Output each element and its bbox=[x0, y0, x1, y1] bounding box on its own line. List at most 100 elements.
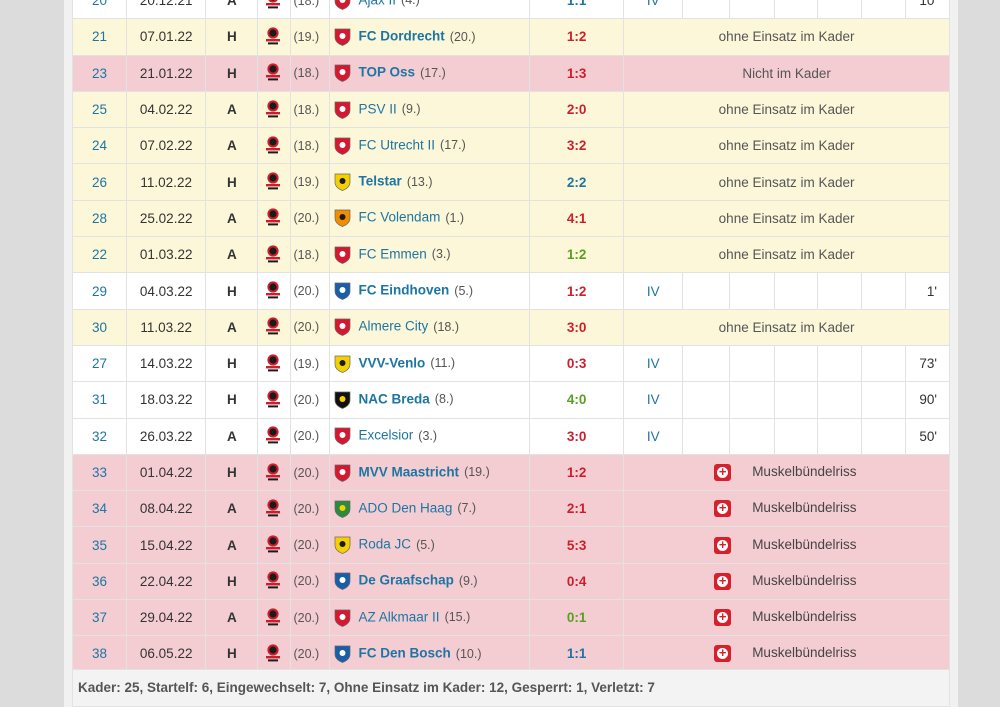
match-result-link[interactable]: 1:3 bbox=[567, 66, 587, 81]
opponent-crest-icon[interactable] bbox=[334, 28, 359, 46]
matchday-link[interactable]: 25 bbox=[92, 102, 107, 117]
injury-icon[interactable] bbox=[714, 499, 732, 518]
opponent-crest-icon[interactable] bbox=[334, 609, 359, 627]
opponent-crest-icon[interactable] bbox=[334, 246, 359, 264]
match-result-link[interactable]: 1:2 bbox=[567, 284, 587, 299]
match-result-link[interactable]: 3:0 bbox=[567, 320, 587, 335]
own-club-crest-icon[interactable] bbox=[257, 417, 292, 455]
own-club-crest-icon[interactable] bbox=[257, 54, 292, 92]
opponent-link[interactable]: FC Den Bosch bbox=[359, 646, 451, 661]
injury-icon[interactable] bbox=[714, 463, 732, 481]
own-club-crest-icon[interactable] bbox=[257, 0, 292, 20]
matchday-link[interactable]: 23 bbox=[92, 66, 107, 81]
opponent-crest-icon[interactable] bbox=[334, 101, 359, 119]
match-result-link[interactable]: 2:2 bbox=[567, 175, 587, 190]
matchday-link[interactable]: 26 bbox=[92, 175, 107, 190]
matchday-link[interactable]: 20 bbox=[92, 0, 107, 8]
matchday-link[interactable]: 38 bbox=[92, 646, 107, 661]
opponent-link[interactable]: FC Eindhoven bbox=[359, 283, 450, 298]
matchday-link[interactable]: 29 bbox=[92, 284, 107, 299]
opponent-crest-icon[interactable] bbox=[334, 64, 359, 83]
matchday-link[interactable]: 31 bbox=[92, 392, 107, 407]
position-link[interactable]: IV bbox=[647, 429, 660, 444]
matchday-link[interactable]: 21 bbox=[92, 29, 107, 44]
own-club-crest-icon[interactable] bbox=[257, 272, 292, 310]
opponent-crest-icon[interactable] bbox=[334, 210, 359, 228]
match-result-link[interactable]: 0:4 bbox=[567, 574, 587, 589]
match-result-link[interactable]: 0:1 bbox=[567, 610, 587, 625]
opponent-link[interactable]: AZ Alkmaar II bbox=[359, 609, 440, 624]
opponent-link[interactable]: FC Dordrecht bbox=[359, 29, 445, 44]
matchday-link[interactable]: 22 bbox=[92, 247, 107, 262]
opponent-link[interactable]: FC Utrecht II bbox=[359, 137, 436, 152]
own-club-crest-icon[interactable] bbox=[257, 308, 292, 346]
own-club-crest-icon[interactable] bbox=[257, 236, 292, 274]
match-result-link[interactable]: 1:2 bbox=[567, 465, 587, 480]
injury-icon[interactable] bbox=[714, 644, 732, 663]
opponent-crest-icon[interactable] bbox=[334, 500, 359, 518]
opponent-link[interactable]: De Graafschap bbox=[359, 573, 454, 588]
own-club-crest-icon[interactable] bbox=[257, 127, 292, 165]
opponent-link[interactable]: PSV II bbox=[359, 101, 397, 116]
opponent-link[interactable]: Almere City bbox=[359, 319, 429, 334]
matchday-link[interactable]: 27 bbox=[92, 356, 107, 371]
match-result-link[interactable]: 2:1 bbox=[567, 501, 587, 516]
opponent-link[interactable]: Excelsior bbox=[359, 428, 414, 443]
opponent-crest-icon[interactable] bbox=[334, 464, 359, 482]
matchday-link[interactable]: 35 bbox=[92, 538, 107, 553]
opponent-link[interactable]: FC Emmen bbox=[359, 246, 427, 261]
opponent-crest-icon[interactable] bbox=[334, 173, 359, 191]
injury-icon[interactable] bbox=[714, 536, 732, 554]
own-club-crest-icon[interactable] bbox=[257, 562, 292, 601]
position-link[interactable]: IV bbox=[647, 284, 660, 299]
matchday-link[interactable]: 24 bbox=[92, 138, 107, 153]
own-club-crest-icon[interactable] bbox=[257, 90, 292, 129]
position-link[interactable]: IV bbox=[647, 392, 660, 407]
opponent-link[interactable]: Roda JC bbox=[359, 537, 412, 552]
opponent-link[interactable]: VVV-Venlo bbox=[359, 355, 426, 370]
own-club-crest-icon[interactable] bbox=[257, 199, 292, 238]
position-link[interactable]: IV bbox=[647, 356, 660, 371]
opponent-crest-icon[interactable] bbox=[334, 573, 359, 591]
opponent-crest-icon[interactable] bbox=[334, 355, 359, 373]
matchday-link[interactable]: 30 bbox=[92, 320, 107, 335]
opponent-crest-icon[interactable] bbox=[334, 645, 359, 663]
own-club-crest-icon[interactable] bbox=[257, 344, 292, 383]
match-result-link[interactable]: 4:0 bbox=[567, 392, 587, 407]
matchday-link[interactable]: 33 bbox=[92, 465, 107, 480]
own-club-crest-icon[interactable] bbox=[257, 635, 292, 673]
opponent-crest-icon[interactable] bbox=[334, 536, 359, 554]
match-result-link[interactable]: 2:0 bbox=[567, 102, 587, 117]
matchday-link[interactable]: 34 bbox=[92, 501, 107, 516]
opponent-crest-icon[interactable] bbox=[334, 318, 359, 337]
injury-icon[interactable] bbox=[714, 608, 732, 627]
opponent-link[interactable]: Ajax II bbox=[359, 0, 397, 7]
own-club-crest-icon[interactable] bbox=[257, 381, 292, 419]
matchday-link[interactable]: 32 bbox=[92, 429, 107, 444]
own-club-crest-icon[interactable] bbox=[257, 599, 292, 637]
position-link[interactable]: IV bbox=[647, 0, 660, 8]
matchday-link[interactable]: 37 bbox=[92, 610, 107, 625]
opponent-link[interactable]: ADO Den Haag bbox=[359, 500, 453, 515]
match-result-link[interactable]: 4:1 bbox=[567, 211, 587, 226]
own-club-crest-icon[interactable] bbox=[257, 18, 292, 56]
own-club-crest-icon[interactable] bbox=[257, 526, 292, 564]
match-result-link[interactable]: 1:2 bbox=[567, 29, 587, 44]
opponent-link[interactable]: FC Volendam bbox=[359, 210, 441, 225]
match-result-link[interactable]: 5:3 bbox=[567, 538, 587, 553]
own-club-crest-icon[interactable] bbox=[257, 163, 292, 201]
opponent-link[interactable]: TOP Oss bbox=[359, 65, 416, 80]
matchday-link[interactable]: 36 bbox=[92, 574, 107, 589]
opponent-crest-icon[interactable] bbox=[334, 427, 359, 446]
match-result-link[interactable]: 1:1 bbox=[567, 646, 587, 661]
opponent-crest-icon[interactable] bbox=[334, 0, 359, 10]
injury-icon[interactable] bbox=[714, 572, 732, 590]
opponent-crest-icon[interactable] bbox=[334, 282, 359, 300]
opponent-crest-icon[interactable] bbox=[334, 137, 359, 155]
opponent-link[interactable]: Telstar bbox=[359, 174, 402, 189]
match-result-link[interactable]: 3:2 bbox=[567, 138, 587, 153]
match-result-link[interactable]: 3:0 bbox=[567, 429, 587, 444]
match-result-link[interactable]: 1:1 bbox=[567, 0, 587, 8]
match-result-link[interactable]: 1:2 bbox=[567, 247, 587, 262]
opponent-link[interactable]: NAC Breda bbox=[359, 391, 430, 406]
